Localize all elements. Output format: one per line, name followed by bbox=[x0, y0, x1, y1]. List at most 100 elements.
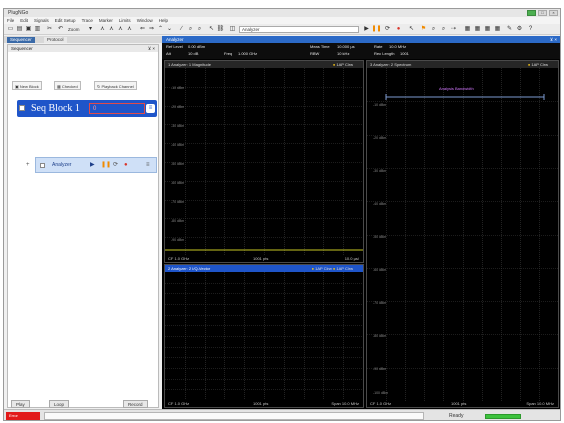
marker4-icon[interactable]: ⋏ bbox=[126, 26, 133, 33]
flag-icon[interactable]: ⚑ bbox=[420, 26, 427, 33]
tab-sequencer[interactable]: Sequencer bbox=[7, 37, 35, 43]
rate-value[interactable]: 10.0 MHz bbox=[389, 44, 406, 49]
marker1-icon[interactable]: ⋏ bbox=[99, 26, 106, 33]
pin-icon[interactable]: ⊻ × bbox=[148, 45, 155, 52]
link-icon[interactable]: ⛓ bbox=[217, 26, 225, 33]
playback-channel-button[interactable]: ↻ Playback Channel bbox=[94, 81, 137, 90]
record-button[interactable]: Record bbox=[123, 400, 148, 408]
seq-block-value[interactable]: 0 bbox=[89, 103, 145, 114]
menu-trace[interactable]: Trace bbox=[82, 18, 93, 23]
y-tick: -70 dBm bbox=[171, 200, 185, 204]
zoom-label[interactable]: Zoom bbox=[68, 27, 80, 32]
refresh-icon[interactable]: ⟳ bbox=[384, 26, 391, 33]
spectrum-grid bbox=[367, 68, 558, 401]
menu-edit[interactable]: Edit bbox=[20, 18, 28, 23]
seq-block-menu-icon[interactable]: ≡ bbox=[146, 104, 155, 113]
maximize-icon[interactable]: □ bbox=[538, 10, 547, 16]
magnitude-pane[interactable]: 1 Analyzer: 1 Magnitude ● 1AP Clrw -10 d… bbox=[164, 60, 364, 263]
analyzer-combo[interactable]: Analyzer bbox=[239, 26, 359, 33]
ptr-icon[interactable]: ↖ bbox=[408, 26, 415, 33]
analyzer-checkbox[interactable] bbox=[40, 163, 45, 168]
error-indicator[interactable]: Error bbox=[6, 412, 40, 420]
menu-limits[interactable]: Limits bbox=[119, 18, 131, 23]
checked-button[interactable]: ▦ Checked bbox=[54, 81, 81, 90]
search1-icon[interactable]: ⌕ bbox=[430, 26, 437, 33]
menu-marker[interactable]: Marker bbox=[99, 18, 113, 23]
layout1-icon[interactable]: ▦ bbox=[464, 26, 471, 33]
save-icon[interactable]: ▣ bbox=[25, 26, 32, 33]
refresh-icon[interactable]: ⟳ bbox=[113, 161, 118, 169]
peak-icon[interactable]: ⌃ bbox=[157, 26, 164, 33]
analyzer-icon[interactable]: ◫ bbox=[229, 26, 236, 33]
tool-icon[interactable]: ⚙ bbox=[516, 26, 523, 33]
new-icon[interactable]: ▭ bbox=[7, 26, 14, 33]
iq-pane[interactable]: 2 Analyzer: 2 I/Q-Vector ● 1AP Clrw ● 1A… bbox=[164, 264, 364, 408]
expand-icon[interactable]: + bbox=[26, 162, 30, 168]
analyzer-label: Analyzer bbox=[52, 162, 72, 168]
magnitude-footer: CF 1.0 GHz 1001 pts 10.0 µs/ bbox=[165, 255, 363, 262]
y-tick: -40 dBm bbox=[373, 202, 387, 206]
att-value[interactable]: 10 dB bbox=[188, 51, 198, 56]
sequencer-panel: Sequencer ⊻ × ▣ New Block ▦ Checked ↻ Pl… bbox=[7, 44, 159, 408]
cut-icon[interactable]: ✂ bbox=[46, 26, 53, 33]
pointer-icon[interactable]: ↖ bbox=[208, 26, 215, 33]
zoom-dropdown-icon[interactable]: ▾ bbox=[87, 26, 94, 33]
spectrum-indicator-label: 1AP Clrw bbox=[531, 62, 548, 67]
freq-value[interactable]: 1.000 GHz bbox=[238, 51, 257, 56]
magnitude-foot-mid: 1001 pts bbox=[253, 256, 269, 261]
play-icon[interactable]: ▶ bbox=[363, 26, 370, 33]
seq-block-checkbox[interactable] bbox=[19, 105, 25, 111]
next-peak-icon[interactable]: ⌄ bbox=[166, 26, 173, 33]
search2-icon[interactable]: ⌕ bbox=[440, 26, 447, 33]
layout3-icon[interactable]: ▦ bbox=[484, 26, 491, 33]
layout4-icon[interactable]: ▦ bbox=[494, 26, 501, 33]
play-button[interactable]: Play bbox=[11, 400, 30, 408]
arrow-right-icon[interactable]: ⇒ bbox=[148, 26, 155, 33]
ref-level-value[interactable]: 0.00 dBm bbox=[188, 44, 205, 49]
pause-icon[interactable]: ❚❚ bbox=[371, 26, 381, 33]
analyzer-pin-icon[interactable]: ⊻ × bbox=[550, 36, 557, 43]
arrow-icon[interactable]: ⇢ bbox=[450, 26, 457, 33]
y-tick: -20 dBm bbox=[171, 105, 185, 109]
minimize-icon[interactable] bbox=[527, 10, 536, 16]
seq-block[interactable]: Seq Block 1 0 ≡ bbox=[17, 100, 157, 117]
line-icon[interactable]: ∕ bbox=[178, 26, 185, 33]
rbw-value[interactable]: 10 kHz bbox=[337, 51, 349, 56]
analyzer-item[interactable]: + Analyzer ▶ ❚❚ ⟳ ● ≡ bbox=[26, 157, 157, 173]
tab-protocol[interactable]: Protocol bbox=[44, 37, 67, 43]
marker2-icon[interactable]: ⋏ bbox=[108, 26, 115, 33]
record-icon[interactable]: ● bbox=[124, 161, 128, 169]
loop-button[interactable]: Loop bbox=[49, 400, 70, 408]
pencil-icon[interactable]: ✎ bbox=[506, 26, 513, 33]
analysis-bandwidth-label: Analysis Bandwidth bbox=[439, 86, 474, 91]
spectrum-pane[interactable]: 3 Analyzer: 2 Spectrum ● 1AP Clrw Analys… bbox=[366, 60, 559, 408]
arrow-left-icon[interactable]: ⇐ bbox=[139, 26, 146, 33]
magnitude-pane-title: 1 Analyzer: 1 Magnitude bbox=[168, 62, 211, 67]
print-icon[interactable]: ▥ bbox=[34, 26, 41, 33]
layout2-icon[interactable]: ▦ bbox=[474, 26, 481, 33]
params-bar: Ref Level 0.00 dBm Att 10 dB Freq 1.000 … bbox=[162, 43, 560, 59]
rec-length-value[interactable]: 1001 bbox=[400, 51, 409, 56]
open-icon[interactable]: ▤ bbox=[16, 26, 23, 33]
menu-signals[interactable]: Signals bbox=[34, 18, 49, 23]
marker3-icon[interactable]: ⋏ bbox=[117, 26, 124, 33]
analyzer-title: Analyzer bbox=[166, 37, 184, 42]
magnitude-foot-left: CF 1.0 GHz bbox=[168, 256, 190, 261]
magnitude-foot-right: 10.0 µs/ bbox=[344, 256, 359, 261]
record-icon[interactable]: ● bbox=[395, 26, 402, 33]
undo-icon[interactable]: ↶ bbox=[57, 26, 64, 33]
help-icon[interactable]: ? bbox=[527, 26, 534, 33]
run-icon[interactable]: ▶ bbox=[90, 161, 95, 169]
item-menu-icon[interactable]: ≡ bbox=[146, 161, 150, 169]
zoom-in-icon[interactable]: ⌕ bbox=[187, 26, 194, 33]
new-block-button[interactable]: ▣ New Block bbox=[12, 81, 42, 90]
menu-window[interactable]: Window bbox=[137, 18, 153, 23]
meas-time-value[interactable]: 10.000 µs bbox=[337, 44, 355, 49]
menu-help[interactable]: Help bbox=[159, 18, 168, 23]
menu-file[interactable]: File bbox=[7, 18, 14, 23]
pause-icon[interactable]: ❚❚ bbox=[101, 161, 111, 169]
close-icon[interactable]: × bbox=[549, 10, 558, 16]
menu-edit-setup[interactable]: Edit Setup bbox=[55, 18, 76, 23]
spectrum-footer: CF 1.0 GHz 1001 pts Span 10.0 MHz bbox=[367, 400, 558, 407]
zoom-out-icon[interactable]: ⌕ bbox=[196, 26, 203, 33]
